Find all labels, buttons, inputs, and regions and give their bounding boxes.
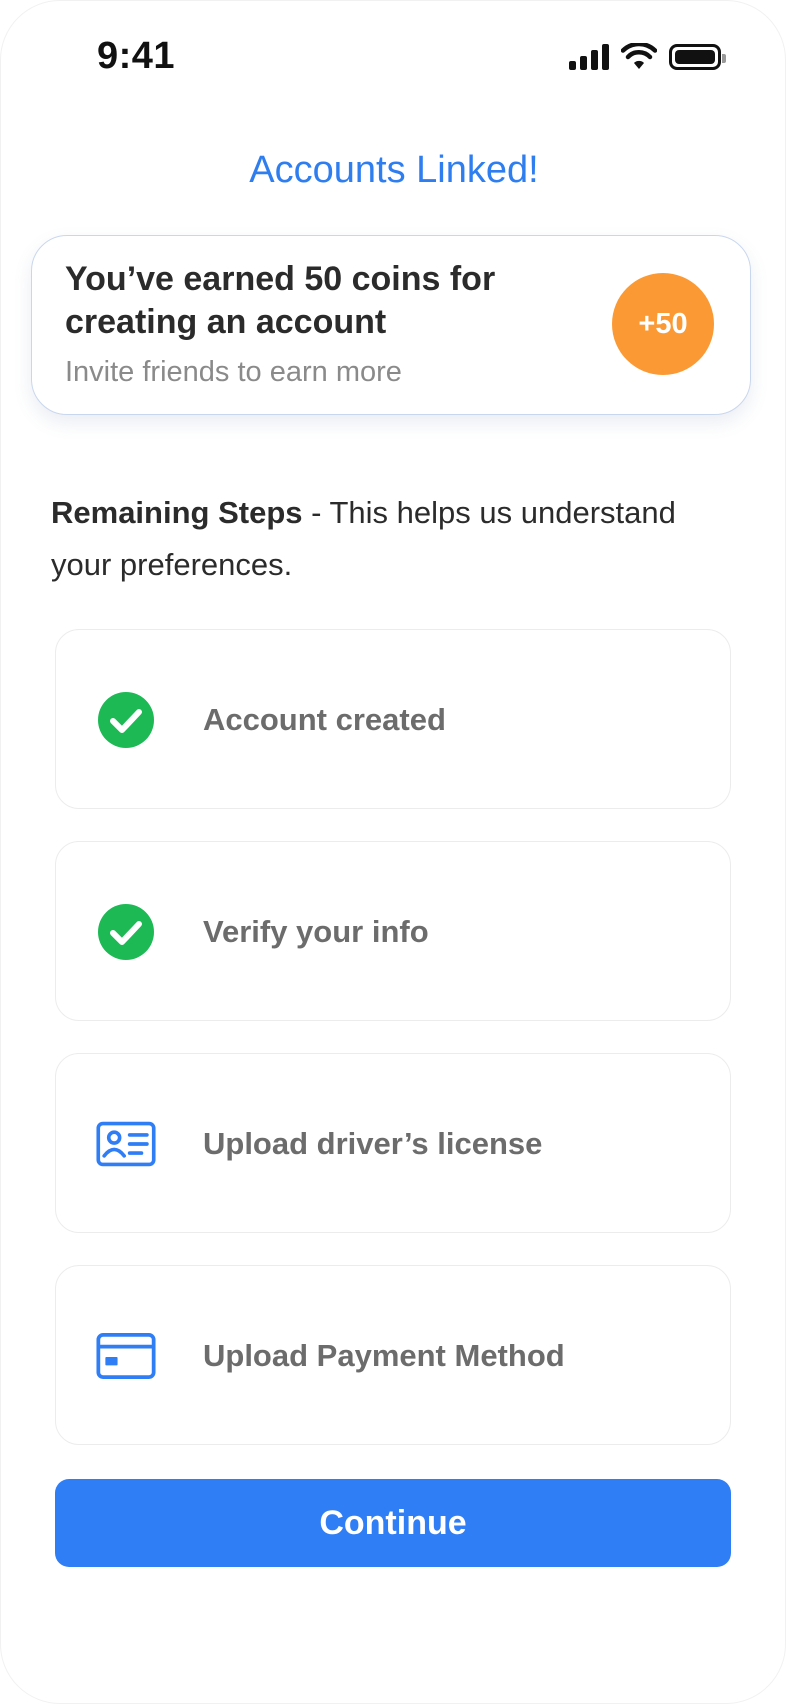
step-label: Upload Payment Method <box>203 1338 565 1373</box>
reward-title: You’ve earned 50 coins for creating an a… <box>65 260 496 341</box>
signal-icon <box>569 44 609 70</box>
coin-badge: +50 <box>612 273 714 375</box>
wifi-icon <box>621 43 657 69</box>
reward-card: You’ve earned 50 coins for creating an a… <box>31 235 751 415</box>
remaining-steps-text: Remaining Steps - This helps us understa… <box>51 487 741 591</box>
step-label: Account created <box>203 702 446 737</box>
page-title: Accounts Linked! <box>249 149 539 191</box>
phone-screen: 9:41 Accounts Linked! You’ve earned 50 c… <box>0 0 786 1704</box>
step-label: Upload driver’s license <box>203 1126 543 1161</box>
battery-icon <box>669 44 726 70</box>
step-card-account-created[interactable]: Account created <box>55 629 731 809</box>
step-card-verify-info[interactable]: Verify your info <box>55 841 731 1021</box>
credit-card-icon <box>96 1326 156 1386</box>
remaining-steps-heading: Remaining Steps <box>51 495 303 530</box>
continue-button[interactable]: Continue <box>55 1479 731 1567</box>
reward-subtitle: Invite friends to earn more <box>65 356 402 388</box>
step-card-upload-payment[interactable]: Upload Payment Method <box>55 1265 731 1445</box>
check-circle-icon <box>96 902 156 962</box>
id-card-icon <box>96 1114 156 1174</box>
reward-text: You’ve earned 50 coins for creating an a… <box>65 258 585 389</box>
check-circle-icon <box>96 690 156 750</box>
step-label: Verify your info <box>203 914 429 949</box>
step-card-upload-license[interactable]: Upload driver’s license <box>55 1053 731 1233</box>
status-bar: 9:41 <box>1 1 785 121</box>
status-icons <box>569 43 726 71</box>
status-time: 9:41 <box>97 35 176 77</box>
